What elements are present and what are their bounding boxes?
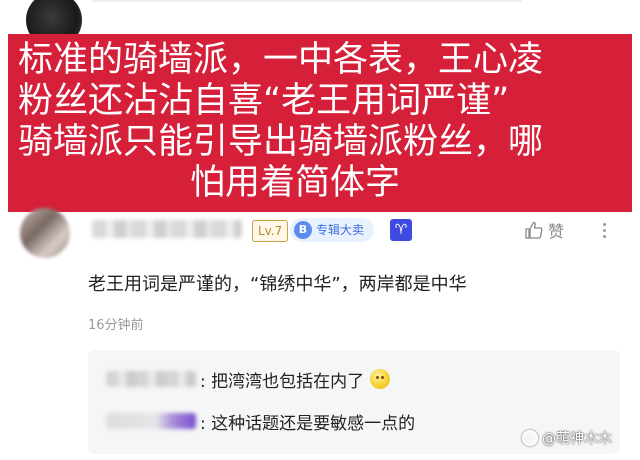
reply-username-blurred[interactable]	[106, 413, 196, 429]
watermark-logo-icon	[522, 430, 538, 446]
level-badge: Lv.7	[252, 220, 289, 242]
editor-badge-label: 专辑大卖	[316, 223, 365, 237]
like-button[interactable]: 赞	[524, 216, 564, 244]
username-blurred[interactable]	[92, 220, 242, 238]
like-label: 赞	[548, 222, 565, 241]
smile-emoji-icon	[370, 369, 391, 389]
reply-text: : 把湾湾也包括在内了	[200, 371, 365, 392]
reply-text: : 这种话题还是要敏感一点的	[200, 413, 416, 434]
comment-text: 老王用词是严谨的，“锦绣中华”，两岸都是中华	[88, 274, 467, 295]
reply-item[interactable]: : 这种话题还是要敏感一点的	[106, 406, 415, 436]
badge-b-icon: B	[294, 221, 312, 239]
watermark: @萌神木木	[522, 428, 612, 448]
thumbs-up-icon	[525, 221, 543, 239]
caption-line-3: 骑墙派只能引导出骑墙派粉丝，哪	[18, 122, 544, 162]
reply-username-blurred[interactable]	[106, 371, 196, 387]
caption-line-1: 标准的骑墙派，一中各表，王心凌	[18, 40, 544, 80]
previous-divider	[92, 0, 522, 2]
editor-badge[interactable]: B 专辑大卖	[290, 218, 375, 242]
avatar[interactable]	[20, 208, 70, 258]
comment-card: Lv.7 B 专辑大卖 ♈ 赞 老王用词是严谨的，“锦绣中华”，两岸都是中华 1…	[0, 200, 640, 460]
more-options-icon[interactable]	[596, 216, 612, 244]
watermark-text: @萌神木木	[542, 431, 612, 447]
comment-time: 16分钟前	[88, 318, 144, 333]
aries-icon: ♈	[390, 219, 412, 241]
reply-item[interactable]: : 把湾湾也包括在内了	[106, 364, 391, 394]
caption-line-2: 粉丝还沾沾自喜“老王用词严谨”	[18, 81, 510, 121]
caption-banner: 标准的骑墙派，一中各表，王心凌 粉丝还沾沾自喜“老王用词严谨” 骑墙派只能引导出…	[8, 34, 632, 212]
caption-line-4: 怕用着简体字	[190, 163, 401, 203]
